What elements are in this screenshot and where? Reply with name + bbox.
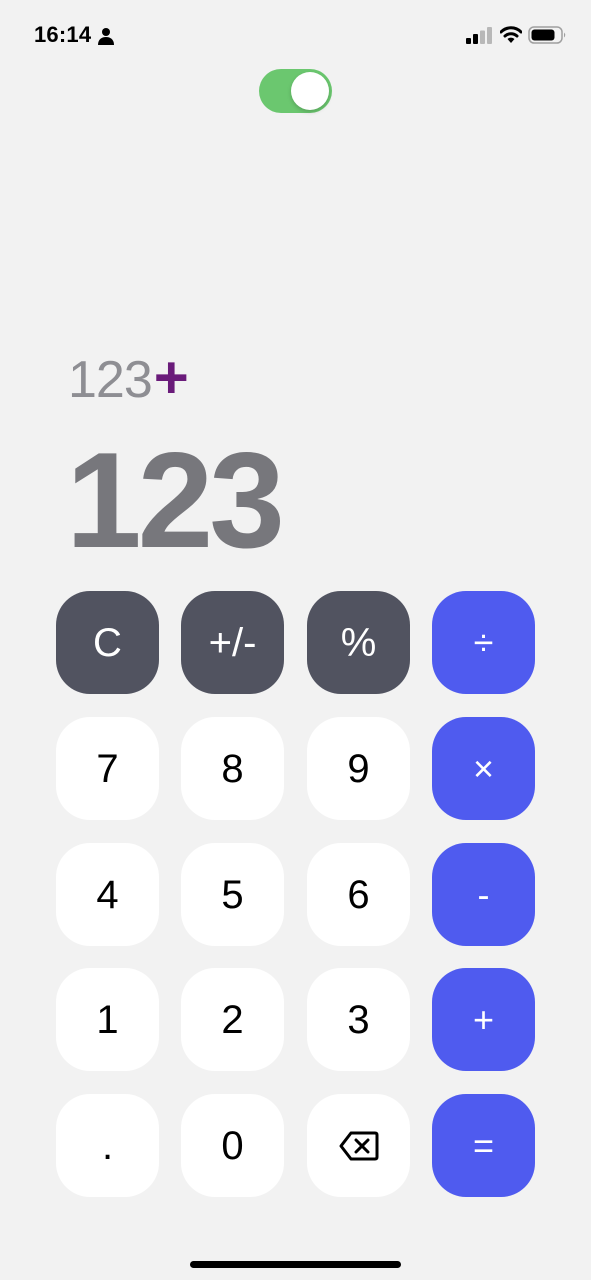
digit-3-button[interactable]: 3 bbox=[307, 968, 410, 1071]
backspace-icon bbox=[339, 1131, 378, 1160]
divide-label: ÷ bbox=[473, 621, 494, 663]
digit-0-button[interactable]: 0 bbox=[181, 1094, 284, 1197]
battery-icon bbox=[528, 26, 566, 44]
cellular-signal-icon bbox=[466, 27, 492, 44]
clear-button[interactable]: C bbox=[56, 591, 159, 694]
digit-9-label: 9 bbox=[347, 746, 370, 791]
result-display: 123 bbox=[66, 424, 285, 576]
wifi-icon bbox=[500, 26, 522, 43]
digit-6-button[interactable]: 6 bbox=[307, 843, 410, 946]
home-indicator[interactable] bbox=[190, 1261, 401, 1268]
expression-operand: 123 bbox=[68, 351, 153, 409]
add-button[interactable]: + bbox=[432, 968, 535, 1071]
multiply-label: × bbox=[472, 747, 495, 789]
subtract-button[interactable]: - bbox=[432, 843, 535, 946]
backspace-button[interactable] bbox=[307, 1094, 410, 1197]
subtract-label: - bbox=[477, 873, 490, 915]
divide-button[interactable]: ÷ bbox=[432, 591, 535, 694]
digit-1-label: 1 bbox=[96, 997, 119, 1042]
sign-toggle-label: +/- bbox=[208, 620, 257, 665]
add-label: + bbox=[472, 998, 495, 1040]
digit-7-button[interactable]: 7 bbox=[56, 717, 159, 820]
digit-2-button[interactable]: 2 bbox=[181, 968, 284, 1071]
percent-button[interactable]: % bbox=[307, 591, 410, 694]
clear-label: C bbox=[93, 620, 122, 665]
toggle-knob bbox=[291, 72, 329, 110]
digit-4-label: 4 bbox=[96, 872, 119, 917]
digit-0-label: 0 bbox=[221, 1123, 244, 1168]
multiply-button[interactable]: × bbox=[432, 717, 535, 820]
digit-8-button[interactable]: 8 bbox=[181, 717, 284, 820]
status-time: 16:14 bbox=[34, 22, 92, 47]
digit-5-button[interactable]: 5 bbox=[181, 843, 284, 946]
digit-3-label: 3 bbox=[347, 997, 370, 1042]
status-bar: 16:14 bbox=[0, 0, 591, 72]
digit-2-label: 2 bbox=[221, 997, 244, 1042]
digit-1-button[interactable]: 1 bbox=[56, 968, 159, 1071]
equals-label: = bbox=[472, 1124, 495, 1166]
digit-4-button[interactable]: 4 bbox=[56, 843, 159, 946]
person-icon bbox=[98, 28, 114, 45]
digit-7-label: 7 bbox=[96, 746, 119, 791]
decimal-button[interactable]: . bbox=[56, 1094, 159, 1197]
digit-5-label: 5 bbox=[221, 872, 244, 917]
equals-button[interactable]: = bbox=[432, 1094, 535, 1197]
digit-6-label: 6 bbox=[347, 872, 370, 917]
digit-8-label: 8 bbox=[221, 746, 244, 791]
sign-toggle-button[interactable]: +/- bbox=[181, 591, 284, 694]
mode-toggle[interactable] bbox=[259, 69, 332, 113]
digit-9-button[interactable]: 9 bbox=[307, 717, 410, 820]
percent-label: % bbox=[340, 620, 377, 665]
expression-operator: + bbox=[153, 344, 189, 411]
decimal-label: . bbox=[101, 1123, 114, 1168]
expression-display: 123+ bbox=[68, 347, 189, 410]
